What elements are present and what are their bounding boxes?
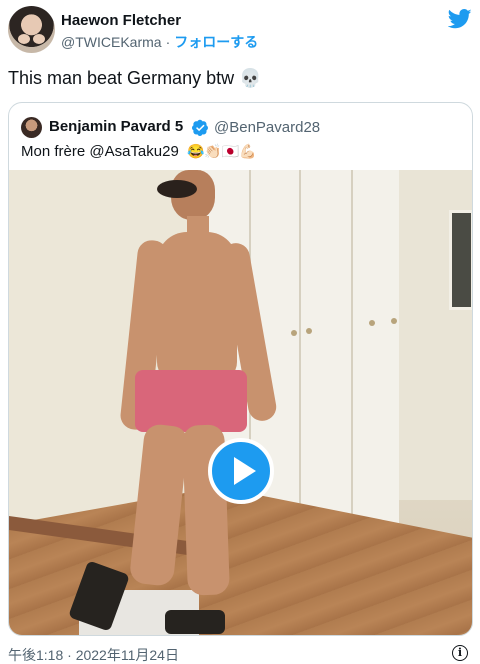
subject-hair	[157, 180, 197, 198]
meta-separator: ·	[165, 34, 171, 50]
quoted-emojis: 😂👏🏻🇯🇵💪🏻	[186, 143, 257, 159]
subject-left-leg	[128, 423, 190, 587]
subject-right-shoe	[165, 610, 225, 634]
wardrobe-knob	[391, 318, 397, 324]
tweet-timestamp[interactable]: 午後1:18 · 2022年11月24日	[8, 645, 179, 664]
info-icon[interactable]: i	[452, 645, 468, 661]
avatar-hand-right	[33, 34, 45, 44]
wardrobe-door-line	[351, 170, 353, 550]
tweet-header: Haewon Fletcher @TWICEKarma · フォローする	[0, 0, 480, 60]
play-button[interactable]	[208, 438, 274, 504]
quoted-tweet-card[interactable]: Benjamin Pavard 5 @BenPavard28 Mon frère…	[8, 102, 473, 636]
avatar-hand-left	[18, 34, 30, 44]
author-name[interactable]: Haewon Fletcher	[61, 12, 181, 29]
quoted-author-handle[interactable]: @BenPavard28	[214, 119, 320, 136]
wardrobe-knob	[291, 330, 297, 336]
wardrobe-knob	[369, 320, 375, 326]
skull-emoji: 💀	[239, 68, 262, 88]
quoted-author-name[interactable]: Benjamin Pavard 5	[49, 118, 183, 135]
quoted-author-avatar[interactable]	[21, 117, 42, 138]
scene-window	[449, 210, 472, 310]
author-meta: @TWICEKarma · フォローする	[61, 32, 258, 52]
quoted-text-body: Mon frère @AsaTaku29	[21, 143, 179, 160]
quoted-tweet-text: Mon frère @AsaTaku29 😂👏🏻🇯🇵💪🏻	[21, 143, 257, 160]
video-subject	[68, 170, 289, 635]
wardrobe-door-line	[299, 170, 301, 550]
tweet-text: This man beat Germany btw 💀	[8, 68, 262, 89]
subject-shorts	[135, 370, 247, 432]
play-icon	[234, 457, 256, 485]
video-thumbnail[interactable]	[9, 170, 472, 635]
author-handle[interactable]: @TWICEKarma	[61, 34, 162, 50]
verified-badge-icon	[192, 119, 208, 136]
tweet-text-body: This man beat Germany btw	[8, 68, 235, 88]
follow-button[interactable]: フォローする	[174, 34, 258, 50]
twitter-bird-icon[interactable]	[448, 9, 472, 29]
author-avatar[interactable]	[8, 6, 55, 53]
wardrobe-knob	[306, 328, 312, 334]
